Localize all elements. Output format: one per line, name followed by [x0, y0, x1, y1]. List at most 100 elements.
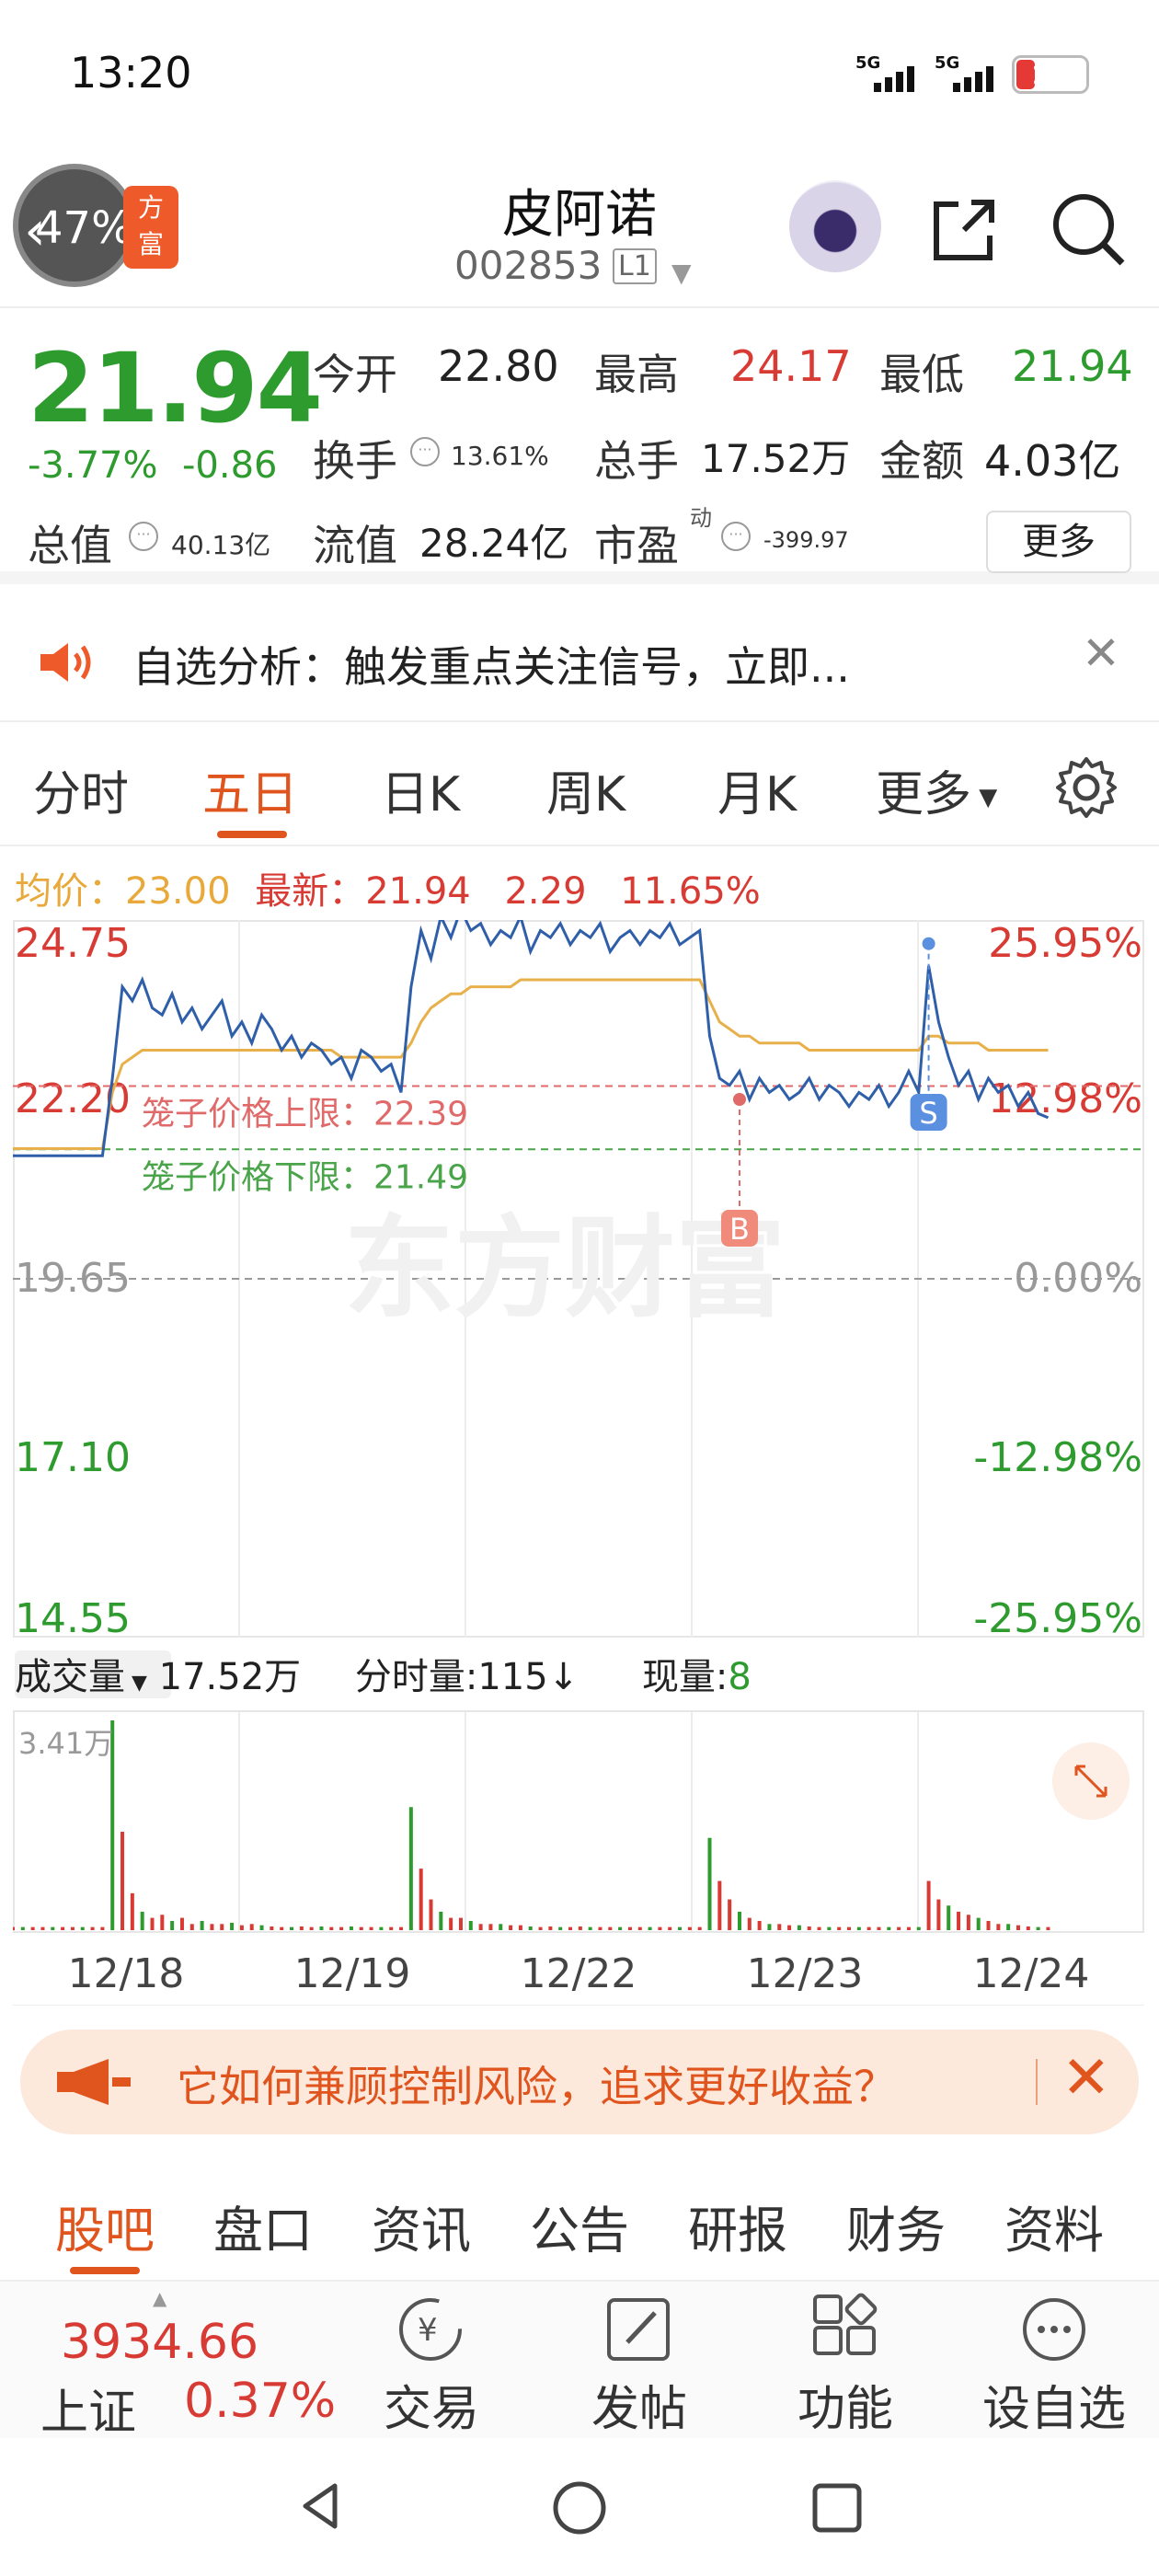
nav-recents-icon[interactable] [809, 2480, 865, 2536]
volume-bar [996, 1924, 1001, 1930]
volume-bar [210, 1924, 214, 1930]
volume-bar [528, 1926, 533, 1930]
volume-bar [797, 1925, 801, 1930]
volume-bar [637, 1926, 642, 1930]
volume-bar [737, 1911, 741, 1930]
nav-home-icon[interactable] [550, 2478, 609, 2537]
tab-daily-k[interactable]: 日K [381, 755, 460, 824]
tab-monthly-k[interactable]: 月K [717, 755, 797, 824]
volume-bar [389, 1926, 394, 1930]
tab-announcements[interactable]: 公告 [530, 2190, 629, 2262]
five-day-chart[interactable]: 东方财富 24.75 25.95%22.20 12.98%19.65 0.00%17.… [13, 920, 1144, 2006]
volume-bar [349, 1926, 353, 1930]
open-value: 22.80 [438, 341, 559, 391]
arrow-down-icon: ↓ [547, 1656, 580, 1698]
tab-research[interactable]: 研报 [688, 2190, 787, 2262]
volume-bar [179, 1917, 184, 1930]
volume-bar [200, 1920, 204, 1930]
y-tick-percent: -25.95% [973, 1595, 1142, 1642]
notice-text: 自选分析：触发重点关注信号，立即... [132, 642, 850, 692]
more-dots-icon[interactable] [1017, 2293, 1091, 2366]
volume-bar [408, 1807, 413, 1930]
turnover-label: 换手 [313, 436, 397, 486]
info-icon[interactable]: ··· [129, 522, 158, 551]
trade-icon[interactable]: ¥ [394, 2293, 467, 2366]
current-volume-label: 现量: [641, 1656, 729, 1698]
volume-bar [697, 1926, 702, 1930]
y-tick-percent: 0.00% [1014, 1255, 1142, 1302]
volume-bar [658, 1926, 662, 1930]
functions-button[interactable]: 功能 [795, 2370, 896, 2439]
compose-icon[interactable] [602, 2293, 675, 2366]
level-badge: L1 [613, 248, 657, 284]
volume-bar [787, 1925, 792, 1930]
volume-bar [877, 1926, 881, 1930]
chevron-down-icon[interactable]: ▼ [671, 258, 692, 288]
latest-label: 最新： [255, 870, 366, 913]
index-percent[interactable]: 0.37% [184, 2374, 336, 2429]
cage-lower-label: 笼子价格下限：21.49 [142, 1158, 468, 1196]
speaker-icon [40, 643, 91, 682]
search-icon[interactable] [1049, 190, 1126, 267]
tab-guba[interactable]: 股吧 [55, 2190, 155, 2262]
close-icon[interactable]: ✕ [1061, 2044, 1111, 2112]
y-tick-label: 24.75 [15, 920, 131, 967]
mktcap-label: 总值 [28, 521, 112, 570]
tick-volume-label: 分时量:115 [354, 1656, 548, 1698]
volume-bar [419, 1869, 423, 1930]
volume-bar [449, 1917, 453, 1930]
trade-button[interactable]: 交易 [381, 2370, 482, 2439]
svg-text:¥: ¥ [418, 2312, 438, 2349]
tab-five-day[interactable]: 五日 [202, 755, 298, 824]
amount-label: 金额 [879, 436, 964, 486]
apps-icon[interactable] [808, 2293, 881, 2366]
add-watchlist-button[interactable]: 设自选 [981, 2370, 1128, 2439]
volume-bar [280, 1926, 284, 1930]
volume-bar [80, 1926, 85, 1930]
volume-bar [906, 1926, 911, 1930]
volume-bar [399, 1926, 404, 1930]
volume-bar [897, 1926, 901, 1930]
section-tabs: 股吧 盘口 资讯 公告 研报 财务 资料 [0, 2156, 1159, 2282]
quote-panel: 21.94 -3.77% -0.86 今开 22.80 最高 24.17 最低 … [0, 308, 1159, 584]
post-button[interactable]: 发帖 [589, 2370, 690, 2439]
tab-finance[interactable]: 财务 [846, 2190, 946, 2262]
share-icon[interactable] [927, 193, 1001, 267]
index-value[interactable]: 3934.66 [61, 2315, 258, 2370]
y-tick-label: 17.10 [15, 1434, 131, 1481]
tab-intraday[interactable]: 分时 [33, 755, 129, 824]
tab-news[interactable]: 资讯 [372, 2190, 471, 2262]
cage-upper-label: 笼子价格上限：22.39 [142, 1095, 468, 1133]
index-name[interactable]: 上证 [40, 2374, 136, 2443]
active-tab-indicator [217, 831, 287, 838]
volume-bar [648, 1926, 652, 1930]
volume-bar [270, 1926, 274, 1930]
tab-weekly-k[interactable]: 周K [546, 755, 625, 824]
volume-bar [249, 1924, 254, 1930]
volume-label: 总手 [594, 436, 679, 486]
close-icon[interactable]: ✕ [1082, 627, 1120, 680]
avg-label: 均价： [15, 870, 125, 913]
y-tick-label: 14.55 [15, 1595, 131, 1642]
tab-orderbook[interactable]: 盘口 [213, 2190, 313, 2262]
buy-badge-label: B [729, 1212, 750, 1247]
info-icon[interactable]: ··· [410, 437, 440, 466]
divider [1036, 2059, 1038, 2105]
volume-bar [150, 1917, 155, 1930]
amount-value: 4.03亿 [984, 436, 1121, 486]
last-price: 21.94 [28, 332, 323, 444]
notice-bar[interactable]: 自选分析：触发重点关注信号，立即... ✕ [0, 597, 1159, 722]
high-label: 最高 [594, 350, 679, 399]
promo-banner[interactable]: 它如何兼顾控制风险，追求更好收益？ ✕ [20, 2030, 1139, 2134]
info-icon[interactable]: ··· [721, 522, 751, 551]
tab-profile[interactable]: 资料 [1004, 2190, 1104, 2262]
stock-code: 002853 [454, 243, 602, 288]
nav-back-icon[interactable] [294, 2478, 350, 2534]
ai-assistant-icon[interactable] [789, 180, 881, 272]
volume-bar [598, 1926, 602, 1930]
tab-more[interactable]: 更多 ▼ [876, 755, 997, 824]
volume-bar [976, 1917, 981, 1930]
more-button[interactable]: 更多 [986, 511, 1131, 573]
volume-bar [220, 1924, 224, 1930]
gear-icon[interactable] [1054, 755, 1119, 820]
